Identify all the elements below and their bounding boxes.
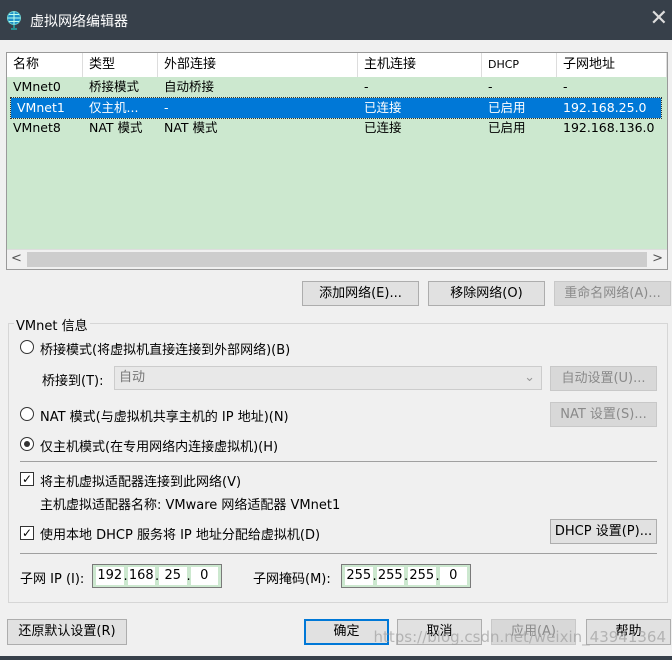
remove-network-button[interactable]: 移除网络(O) [428,281,545,306]
cell: - [364,79,369,94]
close-icon[interactable]: ✕ [650,6,668,31]
cell: 已启用 [488,100,526,115]
subnet-mask-input[interactable]: 255. 255. 255. 0 [341,564,471,588]
subnet-mask-label: 子网掩码(M): [253,572,331,587]
cell: 192.168.25.0 [563,100,647,115]
cell: - [488,79,493,94]
table-header: 名称 类型 外部连接 主机连接 DHCP 子网地址 [7,53,667,77]
globe-icon [7,11,21,30]
use-dhcp-label[interactable]: 使用本地 DHCP 服务将 IP 地址分配给虚拟机(D) [40,524,320,543]
ip-octet[interactable]: 25 [159,567,187,585]
title-bar: 虚拟网络编辑器 ✕ [0,0,672,40]
cell: 已连接 [364,120,402,135]
vmnet-info-group [8,323,668,603]
table-row[interactable]: VMnet0 桥接模式 自动桥接 - - - [7,77,667,97]
bridge-mode-label[interactable]: 桥接模式(将虚拟机直接连接到外部网络)(B) [40,339,290,358]
window-border [0,656,672,660]
mask-octet[interactable]: 0 [439,567,467,585]
cell: - [164,100,169,115]
chevron-down-icon: ⌄ [524,370,535,385]
window-title: 虚拟网络编辑器 [30,14,128,30]
bridge-to-value: 自动 [119,370,146,385]
cell: VMnet8 [13,120,61,135]
cell: 桥接模式 [89,79,140,94]
add-network-button[interactable]: 添加网络(E)... [302,281,419,306]
scroll-right-icon[interactable]: > [652,251,663,266]
subnet-ip-input[interactable]: 192. 168. 25. 0 [92,564,222,588]
column-header[interactable]: 子网地址 [557,53,667,77]
connect-adapter-checkbox[interactable]: ✓ [20,472,34,486]
column-header[interactable]: 类型 [83,53,158,77]
host-only-mode-label[interactable]: 仅主机模式(在专用网络内连接虚拟机)(H) [40,436,278,455]
column-header[interactable]: 名称 [7,53,83,77]
mask-octet[interactable]: 255 [376,567,404,585]
nat-settings-button[interactable]: NAT 设置(S)... [550,402,657,427]
dhcp-settings-button[interactable]: DHCP 设置(P)... [550,519,657,544]
divider [20,461,657,462]
restore-defaults-button[interactable]: 还原默认设置(R) [7,619,127,645]
mask-octet[interactable]: 255 [408,567,436,585]
adapter-name-text: 主机虚拟适配器名称: VMware 网络适配器 VMnet1 [40,498,341,513]
auto-settings-button[interactable]: 自动设置(U)... [550,366,657,391]
ip-octet[interactable]: 0 [190,567,218,585]
group-label: VMnet 信息 [14,315,90,334]
cell: 自动桥接 [164,79,215,94]
cell: - [563,79,568,94]
network-table[interactable]: 名称 类型 外部连接 主机连接 DHCP 子网地址 VMnet0 桥接模式 自动桥接… [6,52,668,270]
cell: NAT 模式 [89,120,143,135]
host-only-mode-radio[interactable] [20,437,34,451]
scrollbar-thumb[interactable] [27,252,647,267]
column-header[interactable]: 外部连接 [158,53,358,77]
ip-octet[interactable]: 192 [96,567,124,585]
scroll-left-icon[interactable]: < [11,251,22,266]
column-header[interactable]: DHCP [482,53,557,77]
cell: 192.168.136.0 [563,120,655,135]
cell: 已连接 [364,100,402,115]
cell: VMnet1 [17,100,65,115]
subnet-ip-label: 子网 IP (I): [20,572,85,587]
rename-network-button[interactable]: 重命名网络(A)... [554,281,671,306]
use-dhcp-checkbox[interactable]: ✓ [20,526,34,540]
column-header[interactable]: 主机连接 [358,53,482,77]
mask-octet[interactable]: 255 [345,567,373,585]
bridge-mode-radio[interactable] [20,340,34,354]
cell: VMnet0 [13,79,61,94]
cell: NAT 模式 [164,120,218,135]
horizontal-scrollbar[interactable]: < > [7,249,667,269]
divider [20,553,657,554]
ip-octet[interactable]: 168 [127,567,155,585]
table-row-selected[interactable]: VMnet1 仅主机... - 已连接 已启用 192.168.25.0 [10,97,662,119]
nat-mode-radio[interactable] [20,407,34,421]
bridge-to-select[interactable]: 自动 ⌄ [114,366,542,390]
cell: 仅主机... [89,100,139,115]
table-row[interactable]: VMnet8 NAT 模式 NAT 模式 已连接 已启用 192.168.136.0 [7,118,667,138]
bridge-to-label: 桥接到(T): [42,374,104,389]
watermark: https://blog.csdn.net/weixin_43941364 [373,628,666,646]
cell: 已启用 [488,120,526,135]
nat-mode-label[interactable]: NAT 模式(与虚拟机共享主机的 IP 地址)(N) [40,406,289,425]
connect-adapter-label[interactable]: 将主机虚拟适配器连接到此网络(V) [40,471,241,490]
